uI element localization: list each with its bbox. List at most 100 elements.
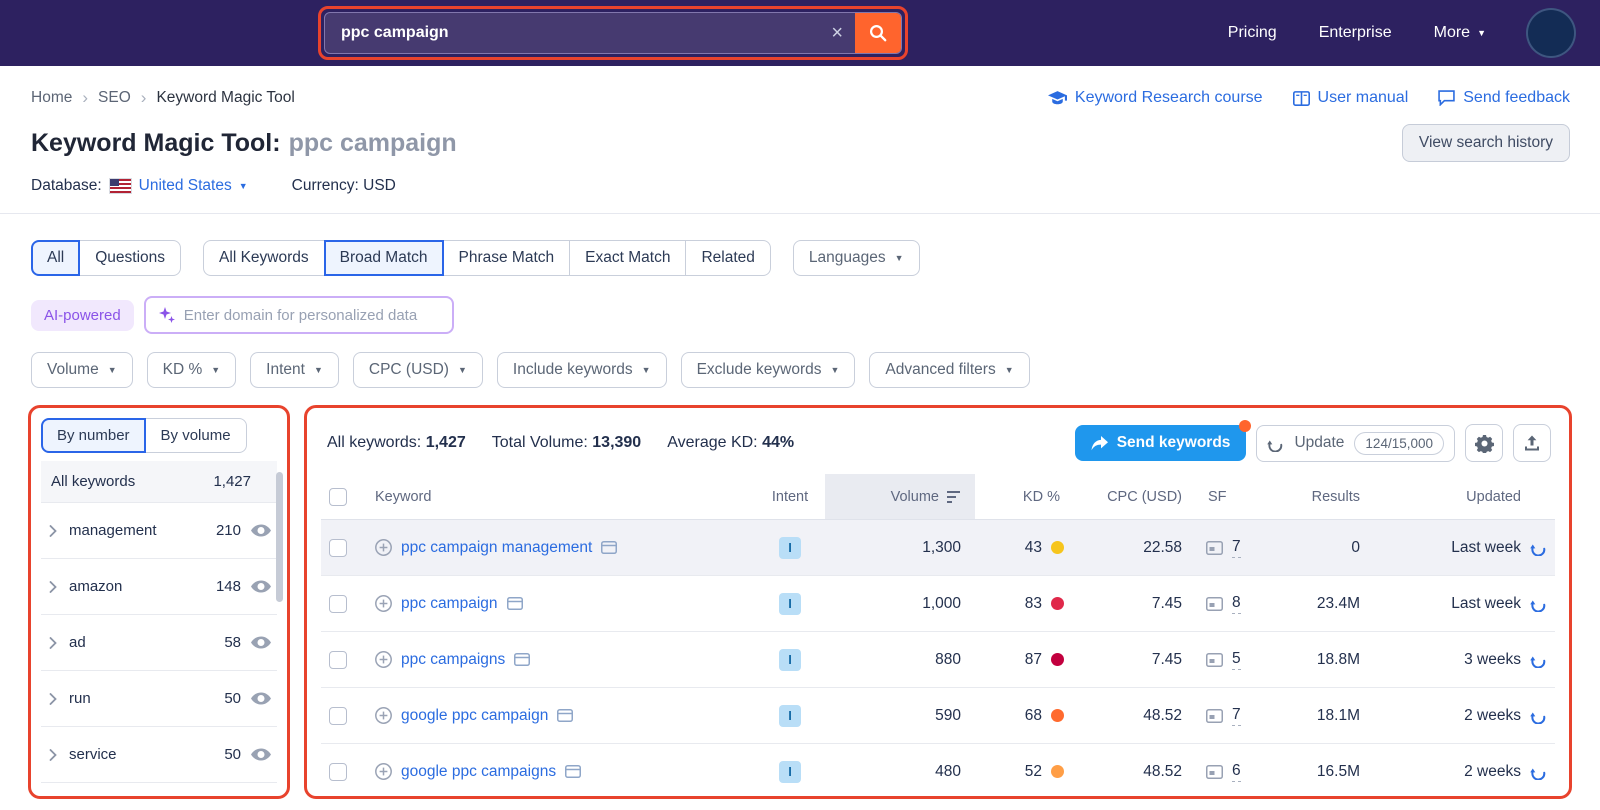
chevron-right-icon[interactable] — [49, 524, 57, 537]
add-keyword-icon[interactable] — [375, 595, 392, 612]
keyword-research-course-link[interactable]: Keyword Research course — [1047, 89, 1263, 107]
refresh-metrics-icon[interactable] — [1530, 763, 1547, 780]
keyword-search-input[interactable] — [325, 24, 820, 42]
volume-filter-dropdown[interactable]: Volume ▼ — [31, 352, 133, 388]
eye-icon[interactable] — [251, 524, 271, 537]
add-keyword-icon[interactable] — [375, 651, 392, 668]
all-keywords-group-row[interactable]: All keywords 1,427 — [41, 461, 277, 503]
breadcrumb-seo[interactable]: SEO — [98, 89, 131, 107]
keyword-link[interactable]: ppc campaign — [401, 595, 498, 613]
intent-badge[interactable]: I — [779, 592, 801, 615]
clear-search-icon[interactable]: × — [831, 23, 843, 43]
intent-badge[interactable]: I — [779, 536, 801, 559]
row-checkbox[interactable] — [329, 762, 347, 781]
tab-exact-match[interactable]: Exact Match — [569, 240, 687, 276]
col-intent[interactable]: Intent — [755, 489, 825, 505]
send-keywords-button[interactable]: Send keywords — [1074, 420, 1252, 461]
chevron-right-icon[interactable] — [49, 580, 57, 593]
tab-questions[interactable]: Questions — [79, 240, 182, 276]
row-checkbox[interactable] — [329, 706, 347, 725]
database-selector[interactable]: United States ▼ — [139, 177, 248, 195]
col-kd[interactable]: KD % — [975, 489, 1070, 505]
user-manual-link[interactable]: User manual — [1292, 89, 1408, 107]
row-checkbox[interactable] — [329, 650, 347, 669]
search-button[interactable] — [855, 13, 901, 53]
chevron-right-icon[interactable] — [49, 636, 57, 649]
col-volume[interactable]: Volume — [825, 474, 975, 519]
include-keywords-dropdown[interactable]: Include keywords ▼ — [496, 352, 667, 388]
eye-icon[interactable] — [251, 636, 271, 649]
table-settings-button[interactable] — [1465, 424, 1503, 462]
col-sf[interactable]: SF — [1190, 489, 1270, 505]
chevron-right-icon[interactable] — [49, 748, 57, 761]
chevron-right-icon[interactable] — [49, 692, 57, 705]
user-avatar[interactable] — [1528, 10, 1574, 56]
keyword-link[interactable]: google ppc campaign — [401, 707, 548, 725]
keyword-link[interactable]: ppc campaign management — [401, 539, 592, 557]
sidebar-scrollbar[interactable] — [276, 472, 283, 602]
tab-by-number[interactable]: By number — [41, 418, 146, 453]
group-row-service[interactable]: service 50 — [41, 727, 277, 783]
refresh-metrics-icon[interactable] — [1530, 651, 1547, 668]
tab-by-volume[interactable]: By volume — [144, 418, 247, 453]
keyword-link[interactable]: ppc campaigns — [401, 651, 505, 669]
languages-dropdown[interactable]: Languages ▼ — [792, 240, 920, 276]
update-button[interactable]: Update 124/15,000 — [1256, 424, 1455, 462]
serp-preview-icon[interactable] — [601, 541, 618, 554]
group-row-ad[interactable]: ad 58 — [41, 615, 277, 671]
kd-cell: 52 — [975, 763, 1070, 781]
eye-icon[interactable] — [251, 580, 271, 593]
kd-filter-dropdown[interactable]: KD % ▼ — [146, 352, 237, 388]
nav-more[interactable]: More ▼ — [1434, 24, 1486, 42]
intent-badge[interactable]: I — [779, 760, 801, 783]
nav-enterprise[interactable]: Enterprise — [1319, 24, 1392, 42]
serp-preview-icon[interactable] — [557, 709, 574, 722]
cpc-filter-dropdown[interactable]: CPC (USD) ▼ — [352, 352, 483, 388]
col-cpc[interactable]: CPC (USD) — [1070, 489, 1190, 505]
col-results[interactable]: Results — [1270, 489, 1390, 505]
row-checkbox[interactable] — [329, 594, 347, 613]
intent-badge[interactable]: I — [779, 704, 801, 727]
send-feedback-link[interactable]: Send feedback — [1438, 89, 1570, 107]
export-button[interactable] — [1513, 424, 1551, 462]
keyword-search-bar[interactable]: × — [324, 12, 902, 54]
domain-input[interactable] — [183, 306, 439, 324]
group-row-run[interactable]: run 50 — [41, 671, 277, 727]
tab-related[interactable]: Related — [685, 240, 771, 276]
breadcrumb-home[interactable]: Home — [31, 89, 72, 107]
group-row-management[interactable]: management 210 — [41, 503, 277, 559]
refresh-metrics-icon[interactable] — [1530, 707, 1547, 724]
group-row-amazon[interactable]: amazon 148 — [41, 559, 277, 615]
serp-preview-icon[interactable] — [514, 653, 531, 666]
serp-preview-icon[interactable] — [506, 597, 523, 610]
serp-features-icon[interactable] — [1206, 540, 1223, 555]
tab-broad-match[interactable]: Broad Match — [323, 240, 444, 276]
advanced-filters-dropdown[interactable]: Advanced filters ▼ — [869, 352, 1030, 388]
col-keyword[interactable]: Keyword — [375, 489, 755, 505]
exclude-keywords-dropdown[interactable]: Exclude keywords ▼ — [680, 352, 856, 388]
tab-all[interactable]: All — [31, 240, 81, 276]
serp-features-icon[interactable] — [1206, 764, 1223, 779]
intent-filter-dropdown[interactable]: Intent ▼ — [250, 352, 339, 388]
nav-pricing[interactable]: Pricing — [1228, 24, 1277, 42]
eye-icon[interactable] — [251, 748, 271, 761]
domain-input-wrapper[interactable] — [143, 296, 454, 334]
serp-features-icon[interactable] — [1206, 596, 1223, 611]
refresh-metrics-icon[interactable] — [1530, 595, 1547, 612]
row-checkbox[interactable] — [329, 538, 347, 557]
eye-icon[interactable] — [251, 692, 271, 705]
keyword-link[interactable]: google ppc campaigns — [401, 763, 556, 781]
add-keyword-icon[interactable] — [375, 539, 392, 556]
col-updated[interactable]: Updated — [1390, 489, 1555, 505]
add-keyword-icon[interactable] — [375, 707, 392, 724]
tab-all-keywords[interactable]: All Keywords — [203, 240, 325, 276]
add-keyword-icon[interactable] — [375, 763, 392, 780]
refresh-metrics-icon[interactable] — [1530, 539, 1547, 556]
select-all-checkbox[interactable] — [329, 487, 347, 506]
serp-features-icon[interactable] — [1206, 652, 1223, 667]
tab-phrase-match[interactable]: Phrase Match — [442, 240, 571, 276]
serp-preview-icon[interactable] — [565, 765, 582, 778]
intent-badge[interactable]: I — [779, 648, 801, 671]
view-search-history-button[interactable]: View search history — [1401, 124, 1570, 162]
serp-features-icon[interactable] — [1206, 708, 1223, 723]
